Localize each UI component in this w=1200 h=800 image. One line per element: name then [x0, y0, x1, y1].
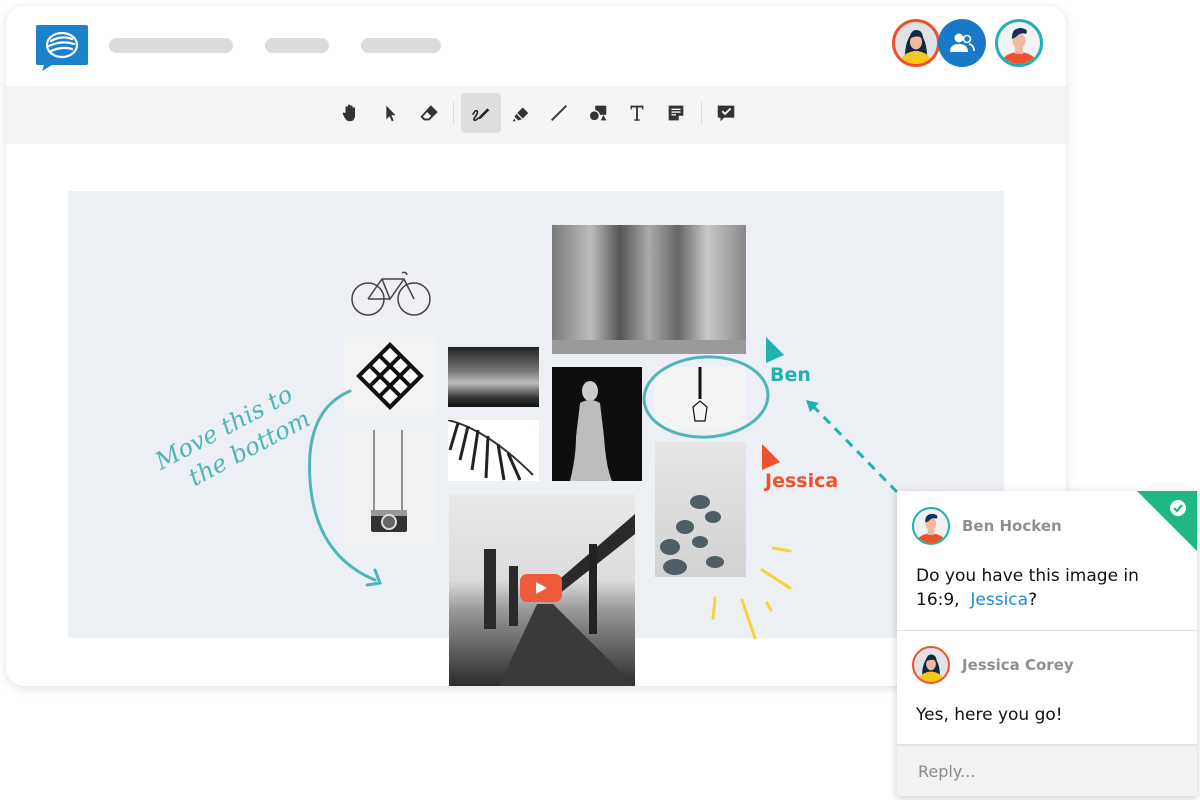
- resolved-badge[interactable]: [1137, 491, 1197, 551]
- comment-text-end: ?: [1028, 590, 1038, 610]
- comment-author: Jessica Corey: [962, 656, 1074, 674]
- reply-input[interactable]: [916, 758, 1180, 784]
- reply-box: [897, 744, 1197, 796]
- ben-cursor-icon: [766, 337, 784, 363]
- comment-body: Yes, here you go!: [916, 705, 1063, 725]
- mention-link[interactable]: Jessica: [970, 590, 1028, 610]
- checkmark-icon: [1170, 500, 1186, 516]
- comment-body: Do you have this image in 16:9, Jessica?: [916, 564, 1166, 612]
- lamp-circle-annotation: [642, 355, 770, 439]
- avatar-man-icon: [916, 513, 946, 543]
- jessica-cursor-icon: [762, 444, 780, 470]
- comment-author: Ben Hocken: [962, 517, 1062, 535]
- sparkle-lines: [711, 546, 792, 640]
- avatar-woman-icon: [917, 654, 945, 682]
- move-arrow-stroke: [308, 389, 377, 582]
- cursor-label-jessica: Jessica: [765, 470, 839, 492]
- avatar-ben: [912, 507, 950, 545]
- comment-thread-panel: Ben Hocken Do you have this image in 16:…: [897, 491, 1197, 796]
- comment-header: Jessica Corey: [912, 646, 1074, 684]
- comment-header: Ben Hocken: [912, 507, 1062, 545]
- cursor-label-ben: Ben: [770, 364, 811, 386]
- avatar-jessica: [912, 646, 950, 684]
- comment-divider: [897, 630, 1197, 631]
